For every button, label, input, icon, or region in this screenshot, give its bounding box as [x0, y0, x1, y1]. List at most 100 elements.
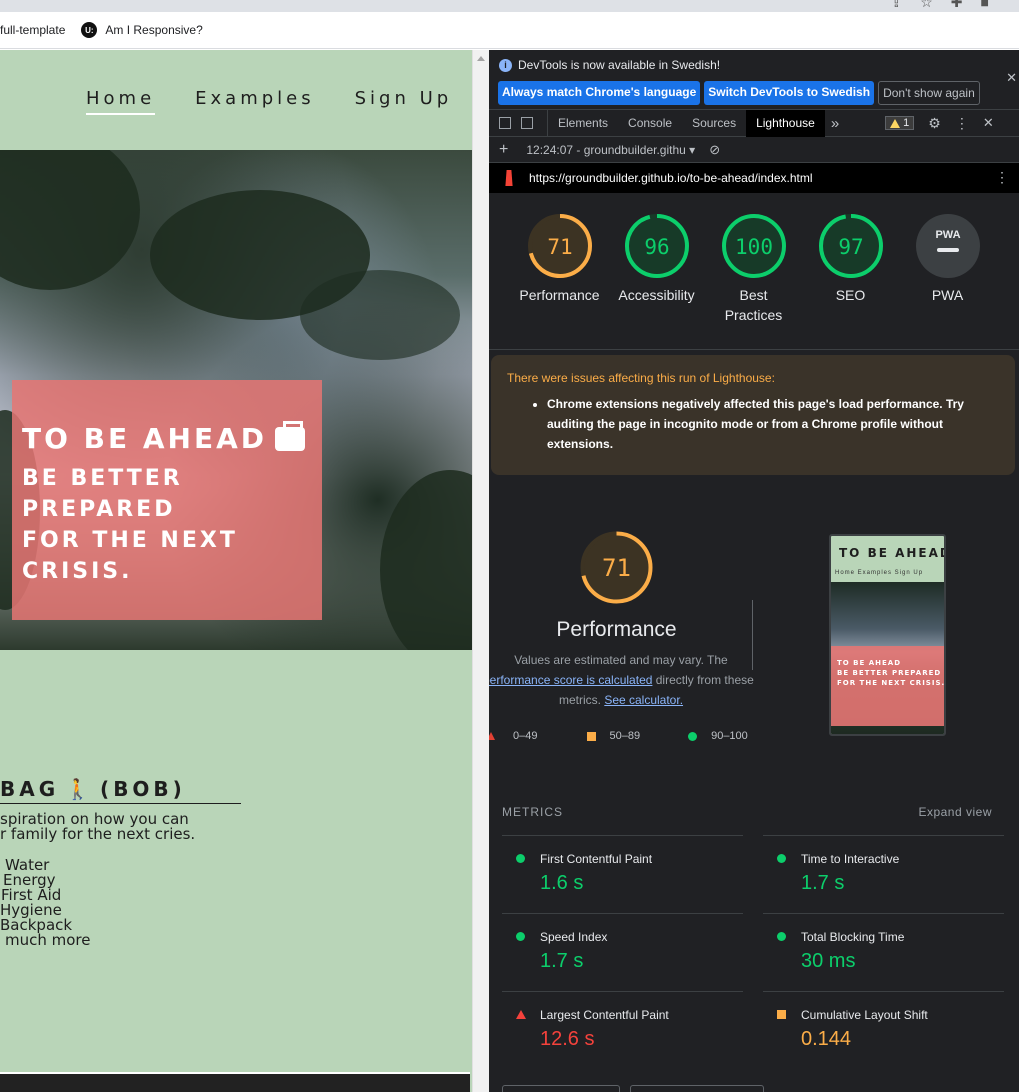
bob-list: Water Energy First Aid Hygiene Backpack …	[0, 858, 91, 948]
warning-title: There were issues affecting this run of …	[507, 371, 775, 385]
dropdown-arrow-icon: ▾	[689, 142, 696, 157]
share-icon[interactable]: ⇪	[891, 0, 903, 11]
device-toggle-icon[interactable]	[521, 117, 533, 129]
metric-value: 0.144	[801, 1028, 852, 1050]
legend-fail-label: 0–49	[513, 730, 538, 742]
devtools-tabbar: Elements Console Sources Lighthouse » 1 …	[489, 109, 1019, 137]
divider	[489, 349, 1019, 350]
window-icon[interactable]: ■	[981, 0, 989, 11]
view-trace-button[interactable]	[630, 1085, 764, 1092]
tab-sources[interactable]: Sources	[682, 110, 746, 137]
nav-examples[interactable]: Examples	[195, 88, 314, 115]
warning-item: Chrome extensions negatively affected th…	[547, 394, 999, 454]
inspect-icon[interactable]	[499, 117, 511, 129]
next-section-image	[0, 1072, 470, 1092]
clear-icon[interactable]: ⊘	[709, 142, 720, 158]
switch-language-button[interactable]: Switch DevTools to Swedish	[704, 81, 875, 105]
warning-list: Chrome extensions negatively affected th…	[507, 394, 999, 454]
metric-time-to-interactive: Time to Interactive 1.7 s	[763, 835, 1004, 913]
page-scrollbar[interactable]	[472, 50, 489, 1092]
close-devtools-icon[interactable]: ✕	[983, 115, 994, 131]
thumbnail-nav: Home Examples Sign Up	[835, 570, 924, 576]
metric-label: Speed Index	[540, 930, 608, 944]
gauge-label: Best Practices	[724, 287, 783, 323]
tab-elements[interactable]: Elements	[547, 109, 618, 137]
settings-gear-icon[interactable]: ⚙	[928, 115, 941, 132]
score-calculated-link[interactable]: performance score is calculated	[489, 673, 652, 687]
gauge-performance-ring: 71	[527, 214, 592, 278]
bob-heading-right: (BOB)	[100, 777, 186, 801]
hero-title: TO BE AHEAD	[22, 420, 312, 455]
report-url-bar: https://groundbuilder.github.io/to-be-ah…	[489, 163, 1019, 193]
bob-heading: BAG 🚶 (BOB)	[0, 777, 241, 804]
scroll-up-arrow-icon[interactable]	[477, 56, 485, 61]
gauge-performance[interactable]: 71 Performance	[511, 213, 608, 349]
gauge-pwa[interactable]: PWA PWA	[899, 213, 996, 349]
nav-home[interactable]: Home	[86, 88, 156, 115]
gauge-best-practices-ring: 100	[721, 214, 786, 278]
list-item: much more	[5, 931, 91, 949]
extensions-icon[interactable]: ✚	[951, 0, 963, 11]
legend-fail: 0–49	[489, 730, 537, 742]
performance-gauge: 71	[579, 530, 654, 610]
website-viewport: Home Examples Sign Up TO BE AHEAD BE BET…	[0, 50, 472, 1092]
hero-title-text: TO BE AHEAD	[22, 422, 268, 455]
pass-circle-icon	[688, 731, 698, 741]
thumbnail-line: FOR THE NEXT CRISIS.	[837, 679, 946, 687]
warning-count: 1	[903, 117, 910, 129]
gauge-best-practices[interactable]: 100 Best Practices	[705, 213, 802, 349]
runtime-warning-box: There were issues affecting this run of …	[491, 355, 1015, 475]
nav-sign-up[interactable]: Sign Up	[355, 88, 453, 115]
toolbar-icons: ⇪ ☆ ✚ ■	[891, 0, 990, 11]
metric-label: First Contentful Paint	[540, 852, 653, 866]
final-screenshot-thumbnail[interactable]: TO BE AHEAD Home Examples Sign Up TO BE …	[829, 534, 946, 736]
match-language-button[interactable]: Always match Chrome's language	[498, 81, 701, 105]
star-icon[interactable]: ☆	[920, 0, 933, 11]
gauge-accessibility[interactable]: 96 Accessibility	[608, 213, 705, 349]
gauge-seo-score: 97	[838, 235, 863, 259]
bookmark-am-i-responsive[interactable]: U: Am I Responsive?	[81, 22, 203, 38]
description-text: metrics.	[558, 693, 601, 707]
metric-value: 1.7 s	[801, 872, 845, 894]
description-line: Values are estimated and may vary. The	[514, 653, 728, 667]
suitcase-icon	[275, 420, 306, 451]
report-url[interactable]: https://groundbuilder.github.io/to-be-ah…	[529, 171, 813, 185]
info-icon: i	[499, 58, 512, 72]
bob-text-line: r family for the next cries.	[0, 825, 196, 843]
dont-show-again-button[interactable]: Don't show again	[878, 81, 980, 105]
warning-icon	[890, 118, 901, 128]
tab-console[interactable]: Console	[618, 110, 682, 137]
gauge-label: Accessibility	[618, 287, 695, 303]
report-dropdown[interactable]: 12:24:07 - groundbuilder.githu ▾	[526, 143, 695, 157]
metric-value: 1.7 s	[540, 950, 584, 972]
legend-average-label: 50–89	[609, 730, 641, 742]
performance-title: Performance	[556, 618, 677, 641]
gauge-label: PWA	[931, 287, 964, 303]
expand-view-toggle[interactable]: Expand view	[918, 805, 992, 819]
more-options-icon[interactable]: ⋮	[955, 115, 969, 132]
metric-largest-contentful-paint: Largest Contentful Paint 12.6 s	[502, 991, 743, 1069]
see-calculator-link[interactable]: See calculator.	[604, 693, 683, 707]
hero-subtitle: BE BETTER PREPARED FOR THE NEXT CRISIS.	[22, 463, 312, 587]
view-treemap-button[interactable]	[502, 1085, 620, 1092]
gauge-label: SEO	[835, 287, 866, 303]
fail-triangle-icon	[516, 1010, 526, 1019]
more-tabs-icon[interactable]: »	[825, 115, 845, 132]
hero-text-box: TO BE AHEAD BE BETTER PREPARED FOR THE N…	[12, 380, 322, 620]
browser-top-strip: ⇪ ☆ ✚ ■	[0, 0, 1019, 12]
hero-subtitle-line1: BE BETTER PREPARED	[22, 466, 183, 522]
tab-lighthouse[interactable]: Lighthouse	[746, 109, 825, 137]
pass-circle-icon	[777, 932, 786, 941]
bookmark-label: Am I Responsive?	[105, 23, 203, 37]
new-report-icon[interactable]: +	[499, 141, 508, 159]
bookmark-full-template[interactable]: full-template	[0, 23, 65, 37]
score-gauges: 71 Performance 96 Accessibility 100 Best…	[489, 213, 1019, 349]
gauge-seo[interactable]: 97 SEO	[802, 213, 899, 349]
warnings-badge[interactable]: 1	[885, 116, 915, 130]
gauge-seo-ring: 97	[818, 214, 883, 278]
close-icon[interactable]: ✕	[1006, 70, 1017, 86]
score-legend: 0–49 50–89 90–100	[489, 730, 759, 742]
performance-score: 71	[602, 554, 631, 582]
gauge-best-practices-score: 100	[735, 235, 773, 259]
report-menu-icon[interactable]: ⋮	[995, 169, 1009, 186]
